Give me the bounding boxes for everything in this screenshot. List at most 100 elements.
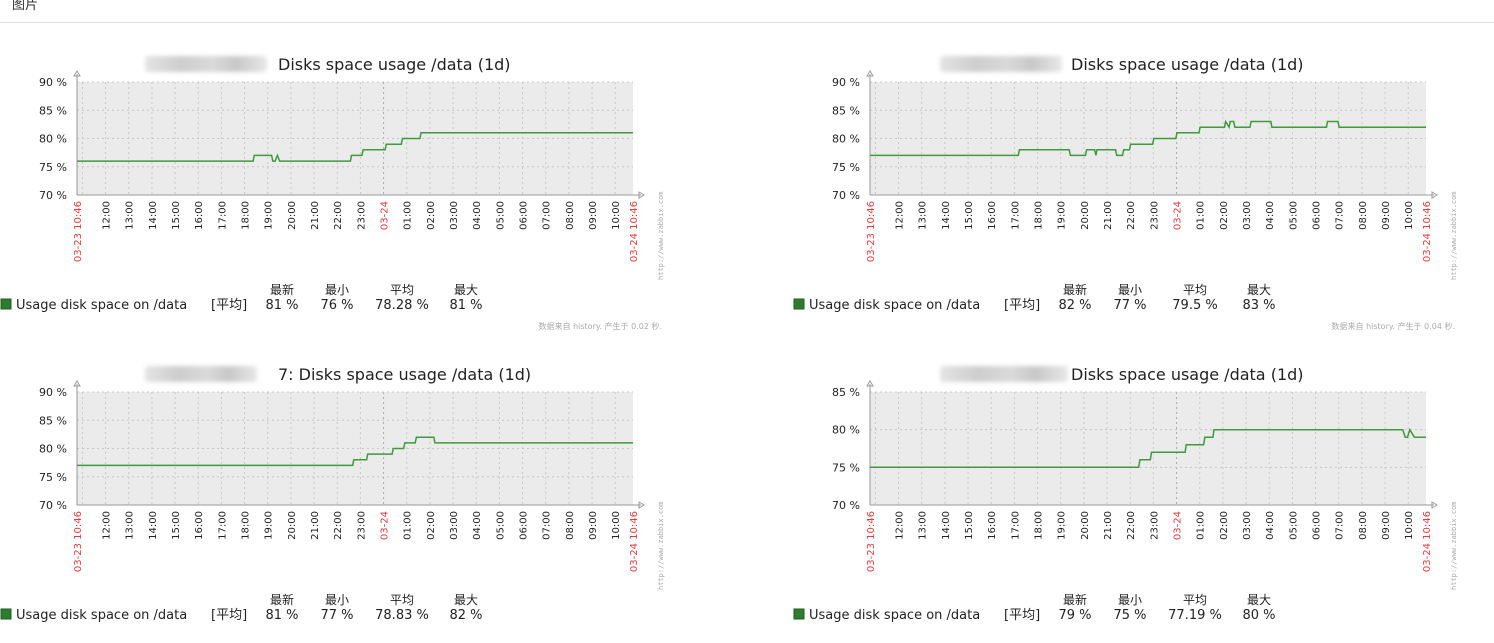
c3-legend-header: 平均: [390, 593, 414, 607]
c4-xtick-label: 06:00: [1312, 511, 1323, 540]
c1-xtick-label: 02:00: [426, 201, 437, 230]
c1-legend-func: [平均]: [211, 298, 247, 313]
c2-ytick-label: 90 %: [832, 76, 860, 89]
c2-legend-value: 79.5 %: [1172, 298, 1217, 313]
c2-legend-value: 77 %: [1113, 298, 1146, 313]
c2-legend-value: 82 %: [1058, 298, 1091, 313]
c1-ytick-label: 90 %: [39, 76, 67, 89]
c4-xtick-label: 19:00: [1057, 511, 1068, 540]
c3-ytick-label: 90 %: [39, 386, 67, 399]
c3-xtick-label: 07:00: [542, 511, 553, 540]
c2-xtick-label: 10:00: [1404, 201, 1415, 230]
c1-xtick-label: 23:00: [356, 201, 367, 230]
c4-legend-value: 80 %: [1242, 608, 1275, 623]
c4-xtick-label: 18:00: [1034, 511, 1045, 540]
c3-xtick-label: 06:00: [519, 511, 530, 540]
c1-legend-value: 76 %: [320, 298, 353, 313]
c4-legend-swatch: [793, 608, 805, 620]
c1-title: Disks space usage /data (1d): [278, 55, 511, 74]
c3-date-end-label: 03-24 10:46: [629, 511, 640, 572]
c1-xtick-label: 17:00: [217, 201, 228, 230]
c3-legend-header: 最小: [325, 593, 349, 607]
c2-date-start-label: 03-23 10:46: [866, 201, 877, 262]
c2-xtick-label: 05:00: [1288, 201, 1299, 230]
c1-xtick-label: 01:00: [403, 201, 414, 230]
redacted-host-1: [145, 56, 267, 72]
c2-legend-header: 最小: [1118, 283, 1142, 297]
c4-xtick-label: 10:00: [1404, 511, 1415, 540]
c4-legend-item-label: Usage disk space on /data: [809, 608, 980, 623]
c2-ytick-label: 75 %: [832, 161, 860, 174]
c3-ytick-label: 75 %: [39, 471, 67, 484]
c2-xtick-label: 01:00: [1196, 201, 1207, 230]
c3-xtick-label: 14:00: [148, 511, 159, 540]
c2-watermark: http://www.zabbix.com: [1450, 191, 1458, 280]
c1-xtick-label: 15:00: [171, 201, 182, 230]
c1-footer-note: 数据来自 history. 产生于 0.02 秒.: [539, 321, 662, 331]
c1-xtick-label: 14:00: [148, 201, 159, 230]
c2-title: Disks space usage /data (1d): [1071, 55, 1304, 74]
c3-legend-value: 81 %: [265, 608, 298, 623]
c4-ytick-label: 75 %: [832, 461, 860, 474]
c1-xtick-label: 18:00: [241, 201, 252, 230]
c4-xtick-label: 22:00: [1126, 511, 1137, 540]
c3-xtick-label: 09:00: [588, 511, 599, 540]
c4-plot-area: [870, 392, 1426, 505]
redacted-host-3: [145, 366, 257, 382]
c2-xtick-label: 19:00: [1057, 201, 1068, 230]
c1-legend-header: 最小: [325, 283, 349, 297]
c1-xtick-label: 05:00: [495, 201, 506, 230]
c1-legend-header: 最新: [270, 282, 294, 297]
c4-ytick-label: 85 %: [832, 386, 860, 399]
c1-xtick-label: 19:00: [264, 201, 275, 230]
c4-xtick-label: 04:00: [1265, 511, 1276, 540]
c2-xtick-label: 21:00: [1103, 201, 1114, 230]
c1-xtick-label: 12:00: [102, 201, 113, 230]
c2-ytick-label: 80 %: [832, 133, 860, 146]
c3-xtick-label: 12:00: [102, 511, 113, 540]
c4-ytick-label: 80 %: [832, 424, 860, 437]
c3-date-start-label: 03-23 10:46: [73, 511, 84, 572]
c2-xtick-label: 15:00: [964, 201, 975, 230]
c1-legend-swatch: [0, 298, 12, 310]
c3-legend-value: 82 %: [449, 608, 482, 623]
c1-legend-header: 最大: [454, 283, 478, 297]
c3-legend-value: 78.83 %: [375, 608, 429, 623]
c4-xtick-label: 01:00: [1196, 511, 1207, 540]
c4-legend-value: 77.19 %: [1168, 608, 1222, 623]
c2-xtick-label: 14:00: [941, 201, 952, 230]
c3-legend-item-label: Usage disk space on /data: [16, 608, 187, 623]
c3-xtick-label: 18:00: [241, 511, 252, 540]
c1-legend-value: 81 %: [449, 298, 482, 313]
c2-xtick-label: 20:00: [1080, 201, 1091, 230]
c4-xtick-label: 03:00: [1242, 511, 1253, 540]
c1-xtick-label: 13:00: [125, 201, 136, 230]
charts-canvas: Disks space usage /data (1d) 90 % 85 % 80 %…: [0, 55, 1458, 623]
c2-xtick-label: 16:00: [987, 201, 998, 230]
c1-date-end-label: 03-24 10:46: [629, 201, 640, 262]
c3-ytick-label: 80 %: [39, 443, 67, 456]
c2-date-end-label: 03-24 10:46: [1422, 201, 1433, 262]
c3-xtick-label: 21:00: [310, 511, 321, 540]
c4-xtick-label: 05:00: [1288, 511, 1299, 540]
c3-xtick-label: 08:00: [565, 511, 576, 540]
c1-xtick-label: 21:00: [310, 201, 321, 230]
c1-xtick-label: 10:00: [611, 201, 622, 230]
c2-plot-area: [870, 82, 1426, 195]
c2-xtick-label: 18:00: [1034, 201, 1045, 230]
c1-xtick-label: 04:00: [472, 201, 483, 230]
c2-xtick-label: 23:00: [1149, 201, 1160, 230]
c3-xtick-label: 22:00: [333, 511, 344, 540]
c2-xtick-label: 06:00: [1312, 201, 1323, 230]
c1-watermark: http://www.zabbix.com: [657, 191, 665, 280]
c4-ytick-label: 70 %: [832, 499, 860, 512]
c1-xtick-label: 09:00: [588, 201, 599, 230]
c3-legend-swatch: [0, 608, 12, 620]
c3-watermark: http://www.zabbix.com: [657, 501, 665, 590]
c3-plot-area: [77, 392, 633, 505]
c4-xtick-label: 08:00: [1358, 511, 1369, 540]
c4-legend-value: 75 %: [1113, 608, 1146, 623]
c3-legend-value: 77 %: [320, 608, 353, 623]
c4-legend-func: [平均]: [1004, 608, 1040, 623]
c1-ytick-label: 70 %: [39, 189, 67, 202]
